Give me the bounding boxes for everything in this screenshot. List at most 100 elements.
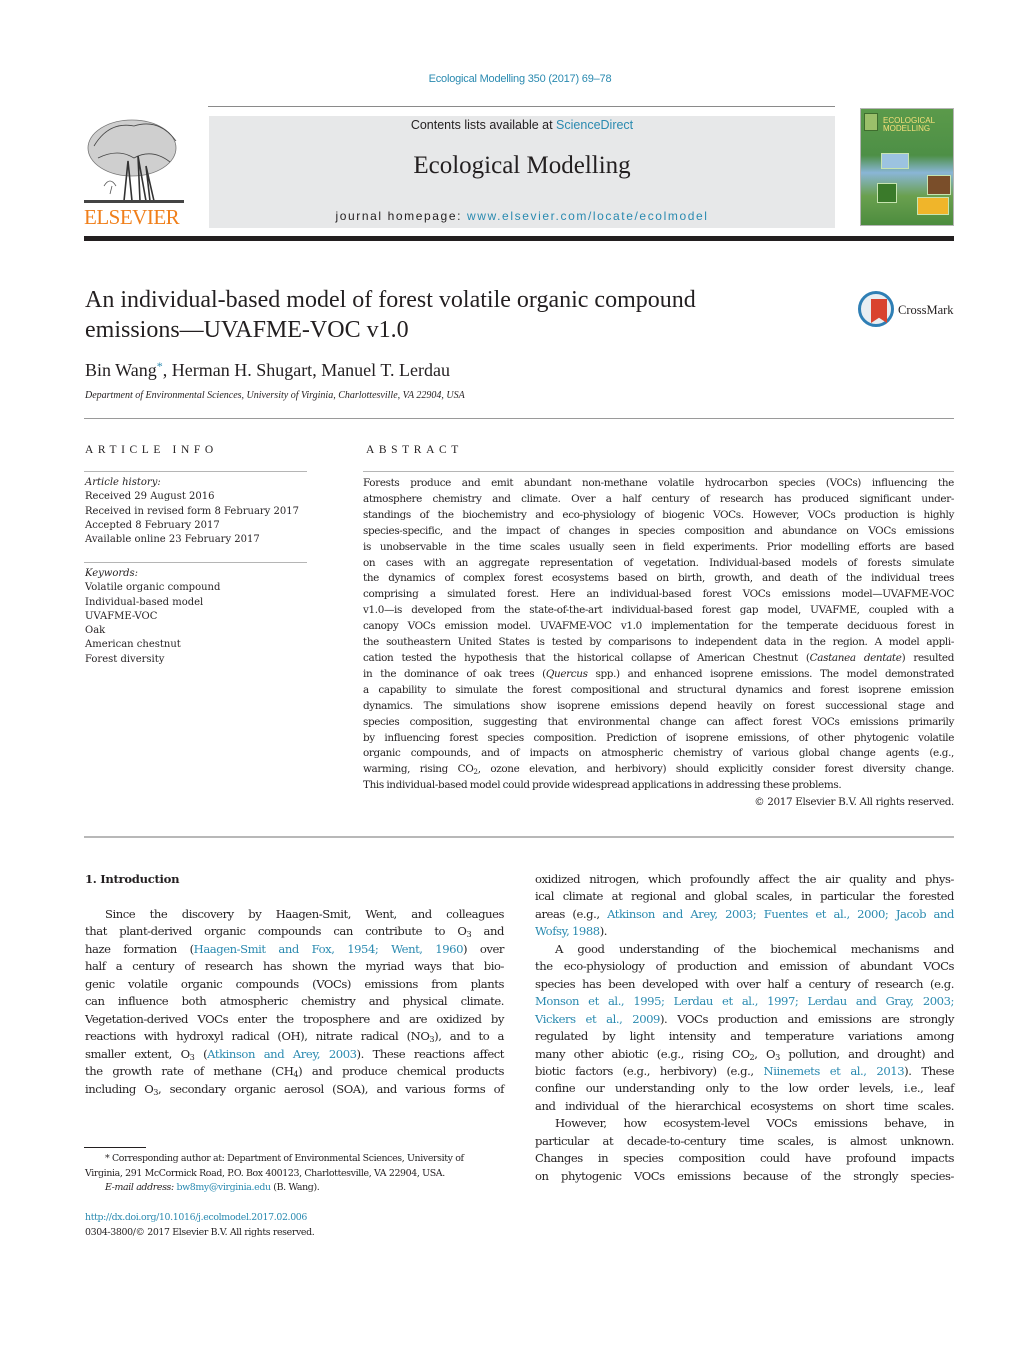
citation-link[interactable]: Niinemets et al., 2013	[764, 1064, 905, 1078]
keyword: Oak	[85, 625, 106, 637]
abstract-line: canopy VOCs emission model. UVAFME-VOC v…	[363, 620, 954, 633]
body-line: ical climate at regional and global scal…	[535, 889, 954, 904]
body-column-left: Since the discovery by Haagen-Smit, Went…	[85, 906, 504, 1098]
keyword: UVAFME-VOC	[85, 610, 158, 622]
author-list: Bin Wang*, Herman H. Shugart, Manuel T. …	[85, 359, 450, 380]
crossmark-button[interactable]: CrossMark	[858, 291, 958, 329]
divider	[84, 471, 307, 472]
body-line: Changes in species composition could hav…	[535, 1151, 954, 1166]
footnote-line: Virginia, 291 McCormick Road, P.O. Box 4…	[85, 1167, 445, 1179]
journal-title: Ecological Modelling	[413, 152, 631, 179]
keyword: Forest diversity	[85, 653, 165, 665]
doi-link[interactable]: http://dx.doi.org/10.1016/j.ecolmodel.20…	[85, 1211, 307, 1226]
citation-link[interactable]: Atkinson and Arey, 2003; Fuentes et al.,…	[607, 907, 954, 921]
keyword: American chestnut	[85, 639, 181, 651]
header-thick-rule	[84, 236, 954, 241]
history-item: Received in revised form 8 February 2017	[85, 505, 299, 517]
email-link[interactable]: bw8my@virginia.edu	[176, 1182, 271, 1193]
abstract-line: v1.0—is developed from the state-of-the-…	[363, 604, 954, 617]
crossmark-label: CrossMark	[898, 303, 954, 317]
body-line: on phytogenic VOCs emissions because of …	[535, 1168, 954, 1183]
author-name[interactable]: Manuel T. Lerdau	[321, 360, 450, 380]
keywords-label: Keywords:	[85, 568, 139, 579]
divider	[84, 418, 954, 419]
abstract-line: is unobservable in the time scales usual…	[363, 540, 954, 553]
abstract-line: This individual-based model could provid…	[363, 779, 842, 792]
crossmark-icon	[858, 291, 894, 327]
body-line: Monson et al., 1995; Lerdau et al., 1997…	[535, 993, 954, 1010]
divider	[84, 836, 954, 838]
history-item: Available online 23 February 2017	[85, 534, 260, 546]
species-name: Castanea dentate	[809, 651, 902, 664]
body-line: oxidized nitrogen, which profoundly affe…	[535, 872, 954, 886]
homepage-line: journal homepage: www.elsevier.com/locat…	[209, 209, 835, 223]
abstract-line: species-specific, and the impact of chan…	[363, 524, 954, 537]
email-line: E-mail address: bw8my@virginia.edu (B. W…	[105, 1182, 320, 1194]
divider	[363, 471, 954, 472]
sciencedirect-link[interactable]: ScienceDirect	[556, 118, 633, 132]
body-line: Vegetation-derived VOCs enter the tropos…	[85, 1011, 504, 1026]
elsevier-logo[interactable]: ELSEVIER	[84, 116, 184, 228]
body-line: Vickers et al., 2009). VOCs production a…	[535, 1011, 954, 1026]
history-item: Accepted 8 February 2017	[85, 519, 220, 531]
body-line: the growth rate of methane (CH4) and pro…	[85, 1064, 504, 1080]
keywords: Keywords: Volatile organic compound Indi…	[85, 567, 220, 667]
cover-photo	[877, 183, 897, 203]
body-line: many other abiotic (e.g., rising CO2, O3…	[535, 1046, 954, 1062]
journal-homepage-link[interactable]: www.elsevier.com/locate/ecolmodel	[467, 209, 709, 223]
body-line: A good understanding of the biochemical …	[555, 941, 954, 956]
abstract-line: the dynamics of complex forest ecosystem…	[363, 572, 954, 585]
body-line: can influence both atmospheric chemistry…	[85, 994, 504, 1009]
abstract-line: atmosphere chemistry and climate. Over a…	[363, 492, 954, 505]
cover-photo	[917, 197, 949, 215]
author-affiliation: Department of Environmental Sciences, Un…	[85, 390, 465, 401]
abstract-copyright: © 2017 Elsevier B.V. All rights reserved…	[754, 796, 954, 808]
abstract-line: a capability to simulate the forest comp…	[363, 683, 954, 696]
article-history-label: Article history:	[85, 477, 161, 488]
body-line: confine our understanding only to the lo…	[535, 1081, 954, 1096]
footnote-line: * Corresponding author at: Department of…	[105, 1153, 464, 1164]
corresponding-author-footnote: * Corresponding author at: Department of…	[85, 1152, 505, 1196]
body-line: haze formation (Haagen-Smit and Fox, 195…	[85, 941, 504, 956]
cover-logo	[864, 113, 878, 131]
citation-link[interactable]: Vickers et al., 2009	[535, 1012, 660, 1026]
abstract-line: organic compounds, and of impacts on atm…	[363, 747, 954, 760]
abstract-line: species composition, suggesting that env…	[363, 715, 954, 728]
email-label: E-mail address:	[105, 1182, 177, 1194]
citation-link[interactable]: Monson et al., 1995; Lerdau et al., 1997…	[535, 994, 954, 1008]
journal-citation-link[interactable]: Ecological Modelling 350 (2017) 69–78	[0, 73, 1020, 85]
abstract-line: the southeastern United States is tested…	[363, 636, 954, 649]
abstract-line: cation tested the hypothesis that the hi…	[363, 651, 954, 664]
homepage-prefix: journal homepage:	[335, 209, 467, 223]
journal-banner: Contents lists available at ScienceDirec…	[209, 116, 835, 228]
abstract-line: standings of the biochemistry and eco-ph…	[363, 508, 954, 521]
author-name[interactable]: Bin Wang	[85, 360, 157, 380]
author-name[interactable]: Herman H. Shugart	[172, 360, 312, 380]
cover-photo	[927, 175, 951, 195]
body-line: areas (e.g., Atkinson and Arey, 2003; Fu…	[535, 906, 954, 921]
body-line: particular at decade-to-century time sca…	[535, 1133, 954, 1148]
body-line: biotic factors (e.g., herbivory) (e.g., …	[535, 1063, 954, 1078]
issn-copyright: 0304-3800/© 2017 Elsevier B.V. All right…	[85, 1227, 315, 1238]
citation-link[interactable]: Wofsy, 1988	[535, 924, 600, 938]
history-item: Received 29 August 2016	[85, 491, 215, 503]
cover-title: ECOLOGICAL MODELLING	[883, 116, 936, 133]
citation-link[interactable]: Haagen-Smit and Fox, 1954; Went, 1960	[194, 942, 464, 956]
genus-name: Quercus	[545, 667, 588, 680]
citation-link[interactable]: Atkinson and Arey, 2003	[207, 1047, 357, 1061]
abstract-heading: ABSTRACT	[366, 444, 463, 456]
header-top-rule	[208, 106, 835, 107]
journal-cover-image[interactable]: ECOLOGICAL MODELLING	[860, 108, 954, 226]
body-line: half a century of research has shown the…	[85, 959, 504, 974]
abstract-line: comprising a simulated forest. Here an i…	[363, 588, 954, 601]
cover-photo	[881, 153, 909, 169]
body-line: that plant-derived organic compounds can…	[85, 924, 504, 940]
contents-prefix: Contents lists available at	[410, 118, 557, 132]
section-heading-introduction: 1. Introduction	[85, 872, 180, 886]
abstract-line: Forests produce and emit abundant non-me…	[363, 477, 954, 489]
body-line: smaller extent, O3 (Atkinson and Arey, 2…	[85, 1046, 504, 1062]
body-line: regulated by light intensity and tempera…	[535, 1029, 954, 1044]
abstract-line: in the dominance of oak trees (Quercus s…	[363, 667, 954, 680]
body-line: including O3, secondary organic aerosol …	[85, 1081, 504, 1097]
abstract-line: dynamics. The simulations show isoprene …	[363, 699, 954, 712]
